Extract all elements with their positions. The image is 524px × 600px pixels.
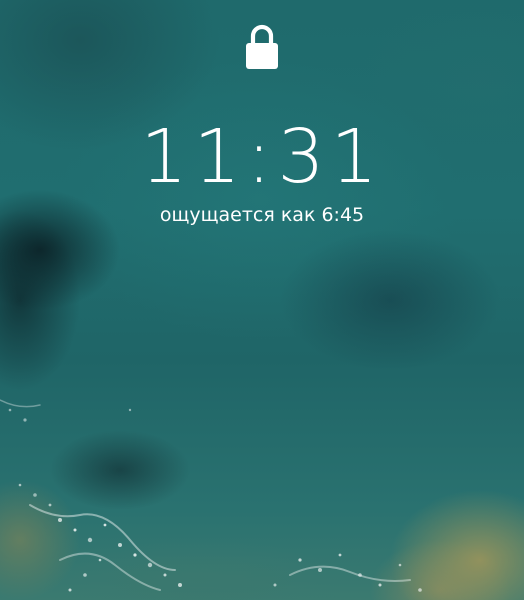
ocean-wallpaper [0,0,524,600]
lock-screen: 11:31 ощущается как 6:45 [0,0,524,600]
lock-icon [246,24,278,69]
feels-like-text: ощущается как 6:45 [159,204,365,226]
clock-time: 11:31 [140,114,384,200]
